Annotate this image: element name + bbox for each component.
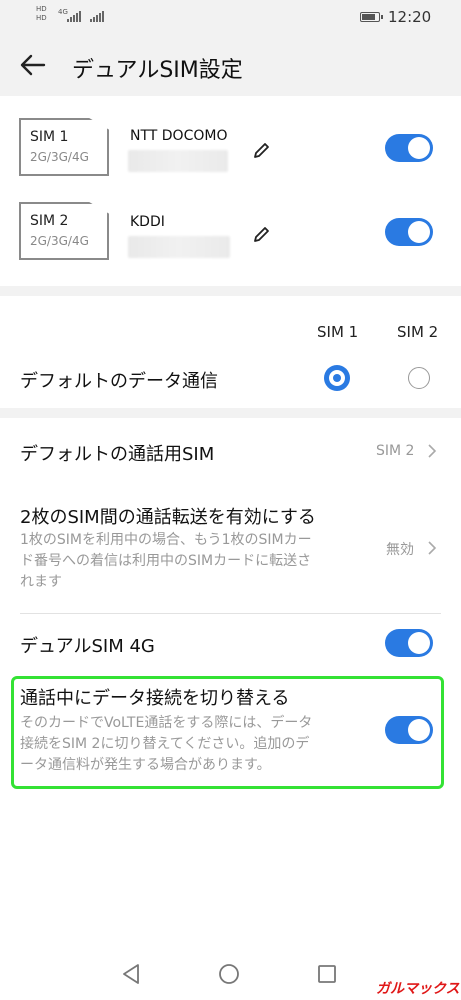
- nav-back-icon[interactable]: [121, 963, 141, 985]
- sim1-column-header: SIM 1: [317, 323, 359, 341]
- call-forward-value: 無効: [386, 542, 414, 558]
- default-data-label: デフォルトのデータ通信: [20, 371, 218, 392]
- sim1-tag: HD: [36, 5, 47, 13]
- nav-home-icon[interactable]: [218, 963, 240, 985]
- sim-bands: 2G/3G/4G: [30, 150, 89, 164]
- sim-slot-label: SIM 2: [30, 213, 69, 229]
- chevron-right-icon: [427, 540, 437, 556]
- default-call-sim-row[interactable]: デフォルトの通話用SIM SIM 2: [0, 418, 461, 482]
- sim2-toggle[interactable]: [385, 218, 433, 246]
- sim2-tag: HD: [36, 14, 47, 22]
- sim1-number-redacted: [128, 150, 228, 172]
- sim1-radio-selected[interactable]: [324, 365, 350, 391]
- divider: [20, 613, 441, 614]
- status-bar: HD HD 4G 12:20: [0, 0, 461, 36]
- dual-4g-row: デュアルSIM 4G: [0, 615, 461, 671]
- chevron-right-icon: [427, 443, 437, 459]
- sim2-column-header: SIM 2: [397, 323, 439, 341]
- edit-icon[interactable]: [252, 140, 272, 160]
- call-forward-row[interactable]: 2枚のSIM間の通話転送を有効にする 1枚のSIMを利用中の場合、もう1枚のSI…: [0, 490, 461, 610]
- clock: 12:20: [388, 8, 432, 26]
- sim-card-icon: SIM 1 2G/3G/4G: [19, 118, 109, 176]
- sim-card-icon: SIM 2 2G/3G/4G: [19, 202, 109, 260]
- watermark-text: ガルマックス: [376, 981, 460, 997]
- call-forward-desc-1: 1枚のSIMを利用中の場合、もう1枚のSIMカー: [20, 532, 312, 548]
- call-forward-label: 2枚のSIM間の通話転送を有効にする: [20, 507, 316, 528]
- back-arrow-icon[interactable]: [18, 50, 48, 80]
- signal-icon: [67, 10, 81, 22]
- sim1-toggle[interactable]: [385, 134, 433, 162]
- nav-recents-icon[interactable]: [317, 964, 337, 984]
- default-call-value: SIM 2: [376, 443, 415, 459]
- call-forward-desc-3: れます: [20, 574, 62, 590]
- signal-icon-2: [90, 10, 104, 22]
- default-call-label: デフォルトの通話用SIM: [20, 444, 215, 465]
- call-forward-desc-2: ド番号への着信は利用中のSIMカードに転送さ: [20, 553, 312, 569]
- dual-4g-label: デュアルSIM 4G: [20, 636, 155, 657]
- sim2-carrier: KDDI: [130, 214, 165, 230]
- sim2-number-redacted: [128, 236, 230, 258]
- battery-icon: [360, 12, 383, 22]
- highlight-box: [11, 676, 444, 789]
- dual-4g-toggle[interactable]: [385, 629, 433, 657]
- sim-cards-section: SIM 1 2G/3G/4G NTT DOCOMO SIM 2 2G/3G/4G…: [0, 96, 461, 286]
- edit-icon[interactable]: [252, 224, 272, 244]
- sim1-carrier: NTT DOCOMO: [130, 128, 228, 144]
- sim2-radio[interactable]: [408, 367, 430, 389]
- watermark: ガルマックス: [376, 974, 461, 1000]
- sim-slot-label: SIM 1: [30, 129, 69, 145]
- sim-bands: 2G/3G/4G: [30, 234, 89, 248]
- default-data-section: SIM 1 SIM 2 デフォルトのデータ通信: [0, 296, 461, 408]
- page-title: デュアルSIM設定: [72, 58, 243, 83]
